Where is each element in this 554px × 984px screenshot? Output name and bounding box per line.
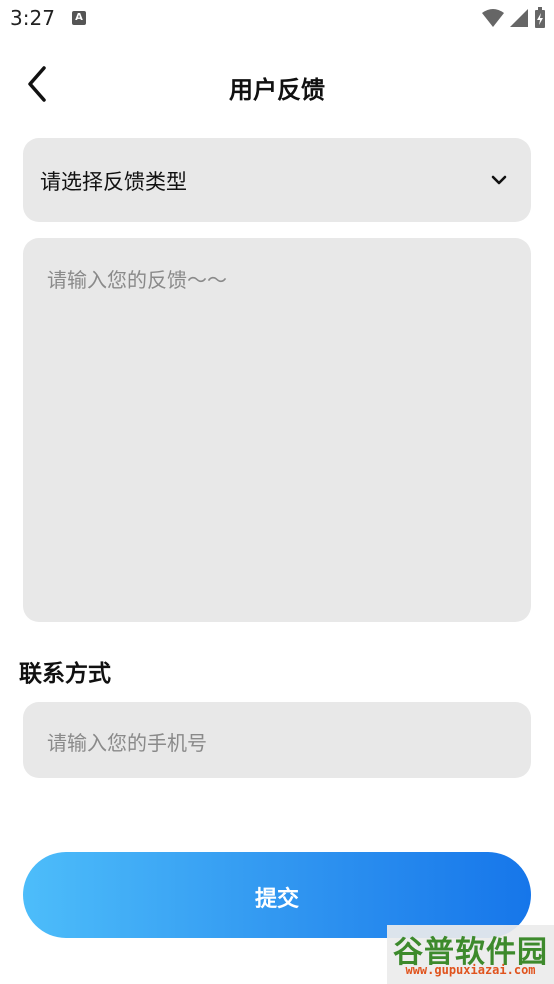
submit-label: 提交 (254, 887, 299, 912)
watermark-url: www.gupuxiazai.com (405, 963, 536, 977)
wifi-icon (482, 9, 504, 27)
status-icons (482, 7, 546, 29)
feedback-type-label: 请选择反馈类型 (40, 170, 187, 194)
top-bar: 用户反馈 (0, 56, 554, 112)
watermark: 谷普软件园 www.gupuxiazai.com (387, 925, 554, 984)
status-bar: 3:27 A (0, 0, 554, 40)
contact-heading: 联系方式 (19, 661, 111, 687)
notification-icon: A (72, 11, 86, 25)
feedback-type-select[interactable]: 请选择反馈类型 (23, 138, 531, 222)
status-time: 3:27 (10, 6, 55, 30)
page-title: 用户反馈 (229, 76, 325, 104)
feedback-textarea[interactable]: 请输入您的反馈～～ (23, 238, 531, 622)
feedback-placeholder: 请输入您的反馈～～ (47, 268, 227, 292)
phone-placeholder: 请输入您的手机号 (47, 731, 207, 755)
chevron-down-icon (491, 175, 507, 185)
signal-icon (510, 9, 528, 27)
battery-charging-icon (535, 7, 545, 28)
phone-input[interactable]: 请输入您的手机号 (23, 702, 531, 778)
